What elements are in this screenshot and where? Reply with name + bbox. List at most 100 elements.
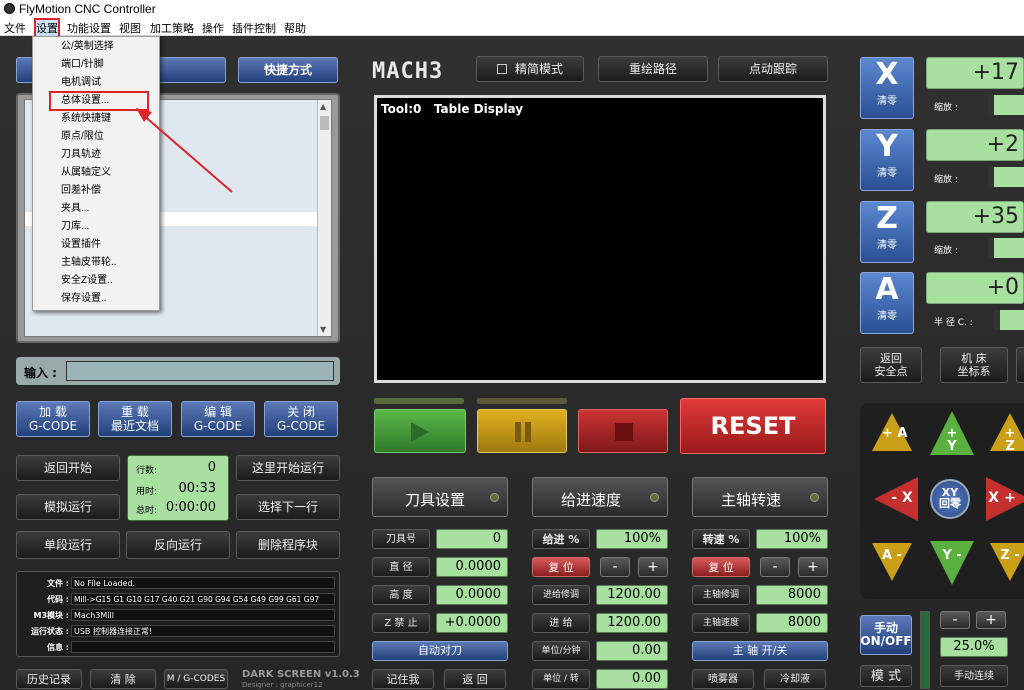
auto-tool-zero-button[interactable]: 自动对刀 bbox=[372, 641, 508, 661]
continuous-jog-button[interactable]: 手动连续 bbox=[940, 665, 1008, 687]
feed-rate-field[interactable]: 1200.00 bbox=[596, 613, 668, 633]
feed-plus-button[interactable]: + bbox=[638, 557, 668, 577]
jog-rate-plus-button[interactable]: + bbox=[976, 611, 1006, 629]
menu-item-plugins[interactable]: 设置插件 bbox=[61, 237, 101, 253]
close-gcode-button[interactable]: 关 闭 G-CODE bbox=[264, 401, 338, 437]
extra-button[interactable] bbox=[1016, 347, 1024, 383]
z-scale-field[interactable] bbox=[988, 238, 1024, 258]
toolpath-display[interactable]: Tool:0 Table Display bbox=[374, 95, 826, 383]
machine-coords-button[interactable]: 机 床 坐标系 bbox=[940, 347, 1008, 383]
z-axis-zero-button[interactable]: Z 清零 bbox=[860, 201, 914, 263]
menu-item-save-settings[interactable]: 保存设置.. bbox=[61, 291, 107, 307]
reload-recent-button[interactable]: 重 载最近文档 bbox=[98, 401, 172, 437]
x-dro[interactable]: +17 bbox=[926, 57, 1024, 89]
stop-button[interactable] bbox=[578, 409, 668, 453]
scroll-down-icon[interactable]: ▼ bbox=[320, 325, 326, 334]
z-dro[interactable]: +35 bbox=[926, 201, 1024, 233]
x-axis-zero-button[interactable]: X 清零 bbox=[860, 57, 914, 119]
menu-item-units[interactable]: 公/英制选择 bbox=[61, 39, 114, 55]
menu-item-slave-axis[interactable]: 从属轴定义 bbox=[61, 165, 111, 181]
jog-rate-field[interactable]: 25.0% bbox=[940, 637, 1008, 657]
x-scale-field[interactable] bbox=[988, 95, 1024, 115]
menu-item-motor-tuning[interactable]: 电机调试 bbox=[61, 75, 101, 91]
menu-item-spindle-pulleys[interactable]: 主轴皮带轮.. bbox=[61, 255, 117, 271]
mdi-input[interactable] bbox=[66, 361, 334, 381]
feed-trim-field[interactable]: 1200.00 bbox=[596, 585, 668, 605]
a-radius-field[interactable] bbox=[994, 310, 1024, 330]
jog-follow-button[interactable]: 点动跟踪 bbox=[718, 56, 828, 82]
menu-item-safe-z[interactable]: 安全Z设置.. bbox=[61, 273, 113, 289]
menu-item-toolpath[interactable]: 刀具轨迹 bbox=[61, 147, 101, 163]
tool-number-field[interactable]: 0 bbox=[436, 529, 508, 549]
reverse-run-button[interactable]: 反向运行 bbox=[126, 531, 230, 559]
units-per-min-field: 0.00 bbox=[596, 641, 668, 661]
scroll-thumb[interactable] bbox=[320, 116, 329, 130]
coolant-button[interactable]: 冷却液 bbox=[764, 669, 826, 689]
spindle-minus-button[interactable]: - bbox=[760, 557, 790, 577]
mg-codes-button[interactable]: M / G-CODES bbox=[164, 669, 228, 689]
y-dro[interactable]: +2 bbox=[926, 129, 1024, 161]
mist-button[interactable]: 喷雾器 bbox=[692, 669, 754, 689]
feed-minus-button[interactable]: - bbox=[600, 557, 630, 577]
height-field[interactable]: 0.0000 bbox=[436, 585, 508, 605]
spindle-trim-field[interactable]: 8000 bbox=[756, 585, 828, 605]
jog-rate-minus-button[interactable]: - bbox=[940, 611, 970, 629]
feed-percent-field[interactable]: 100% bbox=[596, 529, 668, 549]
display-caption: Tool:0 Table Display bbox=[381, 102, 524, 116]
run-from-here-button[interactable]: 这里开始运行 bbox=[236, 455, 340, 481]
y-minus-label: Y - bbox=[942, 548, 962, 563]
menu-machining[interactable]: 加工策略 bbox=[150, 20, 194, 36]
spindle-speed-field[interactable]: 8000 bbox=[756, 613, 828, 633]
shortcut-button[interactable]: 快捷方式 bbox=[238, 57, 338, 83]
feed-percent-label: 给进 % bbox=[532, 529, 590, 549]
elapsed-label: 用时: bbox=[136, 487, 158, 497]
scroll-up-icon[interactable]: ▲ bbox=[320, 102, 326, 111]
menu-item-hotkeys[interactable]: 系统快捷键 bbox=[61, 111, 111, 127]
menu-item-backlash[interactable]: 回差补偿 bbox=[61, 183, 101, 199]
simulate-button[interactable]: 模拟运行 bbox=[16, 494, 120, 520]
spindle-percent-field[interactable]: 100% bbox=[756, 529, 828, 549]
z-inhibit-field[interactable]: +0.0000 bbox=[436, 613, 508, 633]
title-bar: FlyMotion CNC Controller bbox=[0, 0, 1024, 18]
z-inhibit-button[interactable]: Z 禁 止 bbox=[372, 613, 430, 633]
clear-button[interactable]: 清 除 bbox=[90, 669, 156, 689]
cycle-start-button[interactable] bbox=[374, 409, 466, 453]
gcode-scrollbar[interactable]: ▲ ▼ bbox=[317, 100, 331, 336]
goto-safe-z-button[interactable]: 返回 安全点 bbox=[860, 347, 922, 383]
compact-mode-button[interactable]: 精简模式 bbox=[476, 56, 584, 82]
y-scale-field[interactable] bbox=[988, 167, 1024, 187]
menu-item-toolchanger[interactable]: 刀库... bbox=[61, 219, 89, 235]
edit-gcode-button[interactable]: 编 辑 G-CODE bbox=[181, 401, 255, 437]
menu-item-fixtures[interactable]: 夹具... bbox=[61, 201, 89, 217]
menu-operation[interactable]: 操作 bbox=[202, 20, 224, 36]
history-button[interactable]: 历史记录 bbox=[16, 669, 82, 689]
regen-toolpath-button[interactable]: 重绘路径 bbox=[598, 56, 708, 82]
a-axis-zero-button[interactable]: A 清零 bbox=[860, 272, 914, 334]
feed-hold-button[interactable] bbox=[477, 409, 567, 453]
a-dro[interactable]: +0 bbox=[926, 272, 1024, 304]
menu-settings[interactable]: 设置 bbox=[34, 18, 60, 38]
menu-item-homing-limits[interactable]: 原点/限位 bbox=[61, 129, 104, 145]
y-axis-zero-button[interactable]: Y 清零 bbox=[860, 129, 914, 191]
spindle-toggle-button[interactable]: 主 轴 开/关 bbox=[692, 641, 828, 661]
menu-view[interactable]: 视图 bbox=[119, 20, 141, 36]
rewind-button[interactable]: 返回开始 bbox=[16, 455, 120, 481]
menu-plugins[interactable]: 插件控制 bbox=[232, 20, 276, 36]
single-block-button[interactable]: 单段运行 bbox=[16, 531, 120, 559]
spindle-reset-button[interactable]: 复 位 bbox=[692, 557, 750, 577]
menu-file[interactable]: 文件 bbox=[4, 20, 26, 36]
return-button[interactable]: 返 回 bbox=[444, 669, 506, 689]
menu-help[interactable]: 帮助 bbox=[284, 20, 306, 36]
menu-function-settings[interactable]: 功能设置 bbox=[67, 20, 111, 36]
menu-item-ports[interactable]: 端口/针脚 bbox=[61, 57, 104, 73]
block-delete-button[interactable]: 删除程序块 bbox=[236, 531, 340, 559]
manual-jog-toggle[interactable]: 手动 ON/OFF bbox=[860, 615, 912, 655]
jog-mode-button[interactable]: 模 式 bbox=[860, 665, 912, 687]
load-gcode-button[interactable]: 加 载 G-CODE bbox=[16, 401, 90, 437]
reset-button[interactable]: RESET bbox=[680, 398, 826, 454]
remember-button[interactable]: 记住我 bbox=[372, 669, 434, 689]
feed-reset-button[interactable]: 复 位 bbox=[532, 557, 590, 577]
select-next-line-button[interactable]: 选择下一行 bbox=[236, 494, 340, 520]
spindle-plus-button[interactable]: + bbox=[798, 557, 828, 577]
diameter-field[interactable]: 0.0000 bbox=[436, 557, 508, 577]
